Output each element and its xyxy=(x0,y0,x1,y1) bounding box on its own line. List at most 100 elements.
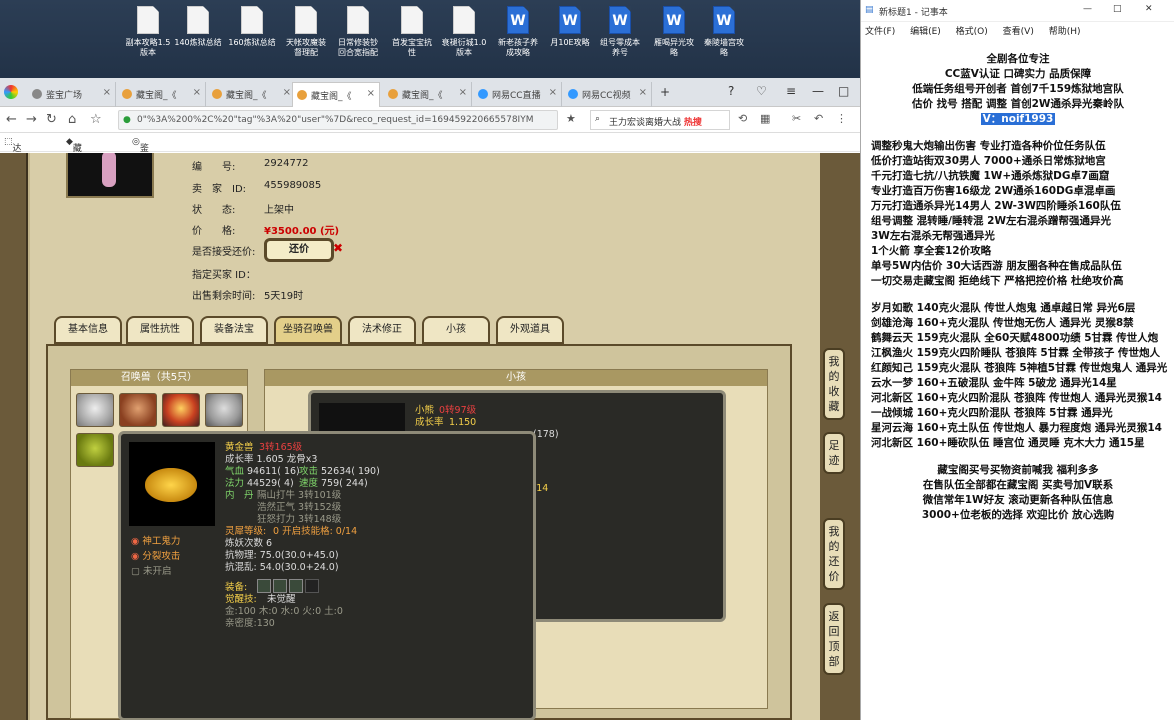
label-accept-counter: 是否接受还价: xyxy=(192,247,256,258)
footprint-button[interactable]: 足迹 xyxy=(823,432,845,474)
close-icon[interactable]: × xyxy=(193,87,201,98)
desktop-icon[interactable]: W 新老孩子养 成攻略 xyxy=(494,6,542,58)
close-icon[interactable]: × xyxy=(459,87,467,98)
desktop-icon[interactable]: 160炼狱总结 xyxy=(228,6,276,48)
neidan-1: 隔山打牛 3转101级 xyxy=(257,490,342,501)
counter-offer-button[interactable]: 还价 xyxy=(264,238,334,262)
lingxi-value: 0 开启技能格: 0/14 xyxy=(273,526,358,537)
maximize-button[interactable]: □ xyxy=(1113,4,1122,14)
tab-equipment[interactable]: 装备法宝 xyxy=(200,316,268,344)
scissors-icon[interactable]: ✂ xyxy=(792,112,801,125)
close-icon[interactable]: × xyxy=(103,87,111,98)
tab-basic-info[interactable]: 基本信息 xyxy=(54,316,122,344)
notepad-line: 3W左右混杀无帮强通异光 xyxy=(861,229,1174,243)
close-icon[interactable]: × xyxy=(639,87,647,98)
skill-shengong[interactable]: ◉ 神工鬼力 xyxy=(131,536,180,548)
help-icon[interactable]: ? xyxy=(728,84,734,98)
desktop-icon[interactable]: 副本攻略1.5 版本 xyxy=(124,6,172,58)
bookmarks-bar: ⬚ 达人后台 ◆ 藏宝阁_《 ◎ 鉴宝广场 xyxy=(0,133,860,203)
desktop-icon[interactable]: W 秦陵墙宫攻 略 xyxy=(700,6,748,58)
maximize-button[interactable]: □ xyxy=(838,84,849,98)
notepad-line: 调整秒鬼大炮输出伤害 专业打造各种价位任务队伍 xyxy=(861,139,1174,153)
desktop-icon[interactable]: 140炼狱总结 xyxy=(174,6,222,48)
tab-spell-correction[interactable]: 法术修正 xyxy=(348,316,416,344)
value-id: 2924772 xyxy=(264,158,309,169)
tab-appearance[interactable]: 外观道具 xyxy=(496,316,564,344)
tab-child[interactable]: 小孩 xyxy=(422,316,490,344)
equip-slot-4[interactable] xyxy=(305,579,319,593)
skin-icon[interactable]: ♡ xyxy=(756,84,767,98)
bookmark-daren[interactable]: ⬚ 达人后台 xyxy=(4,137,22,193)
tab-jianbao[interactable]: 鉴宝广场 × xyxy=(28,82,116,107)
close-icon[interactable]: × xyxy=(367,88,375,99)
desktop-icon[interactable]: 天帐攻魔装 督理配 xyxy=(282,6,330,58)
tab-label: 装备法宝 xyxy=(214,324,254,335)
new-tab-button[interactable]: + xyxy=(660,85,670,99)
tab-cangbaoge-1[interactable]: 藏宝阁_《 × xyxy=(118,82,206,107)
desktop-icon[interactable]: W 组号零成本 养号 xyxy=(596,6,644,58)
forward-icon[interactable]: → xyxy=(26,112,37,127)
back-icon[interactable]: ← xyxy=(6,112,17,127)
url-input[interactable]: ● 0"%3A%200%2C%20"tag"%3A%20"user"%7D&rec… xyxy=(118,110,558,130)
pet-rabbit[interactable] xyxy=(205,393,243,427)
menu-view[interactable]: 查看(V) xyxy=(1003,27,1034,37)
desktop-icon[interactable]: W 月10E攻略 xyxy=(546,6,594,48)
desktop-icon[interactable]: 衰褪衍城1.0 版本 xyxy=(440,6,488,58)
my-counter-offers-button[interactable]: 我的还价 xyxy=(823,518,845,590)
minimize-button[interactable]: — xyxy=(812,84,824,98)
favorites-button[interactable]: 我的收藏 xyxy=(823,348,845,420)
search-input[interactable]: ⌕ 王力宏谈离婚大战 热搜 xyxy=(590,110,730,130)
undo-icon[interactable]: ↶ xyxy=(814,112,823,125)
close-icon[interactable]: × xyxy=(283,87,291,98)
notepad-titlebar: ▤ 新标题1 - 记事本 — □ ✕ xyxy=(861,0,1174,22)
tab-cangbaoge-active[interactable]: 藏宝阁_《 × xyxy=(292,82,380,107)
skill-fenlie[interactable]: ◉ 分裂攻击 xyxy=(131,551,180,563)
equip-slot-1[interactable] xyxy=(257,579,271,593)
notepad-line-text: 1个火箭 享全套12价攻略 xyxy=(871,245,992,257)
notepad-line-text: 在售队伍全部都在藏宝阁 买卖号加V联系 xyxy=(922,479,1114,491)
desktop-icon[interactable]: 首发宝宝抗 性 xyxy=(388,6,436,58)
tab-label: 基本信息 xyxy=(68,324,108,335)
desktop-icon[interactable]: 日常修装钞 回合宽指配 xyxy=(334,6,382,58)
sync-icon[interactable]: ⟲ xyxy=(738,112,747,125)
menu-icon[interactable]: ≡ xyxy=(786,84,796,98)
pet-phoenix[interactable] xyxy=(162,393,200,427)
more-icon[interactable]: ⋮ xyxy=(836,112,847,125)
mp-value: 44529( 4) xyxy=(247,478,294,489)
close-icon[interactable]: ✖ xyxy=(333,241,343,255)
refresh-icon[interactable]: ↻ xyxy=(46,112,57,127)
tab-attributes[interactable]: 属性抗性 xyxy=(126,316,194,344)
menu-format[interactable]: 格式(O) xyxy=(956,27,988,37)
skill-icon: ◉ xyxy=(131,551,140,562)
pet-monkey[interactable] xyxy=(119,393,157,427)
tab-cangbaoge-3[interactable]: 藏宝阁_《 × xyxy=(384,82,472,107)
pet-white-bear[interactable] xyxy=(76,393,114,427)
menu-file[interactable]: 文件(F) xyxy=(865,27,895,37)
grid-icon[interactable]: ▦ xyxy=(760,112,770,125)
minimize-button[interactable]: — xyxy=(1083,4,1092,14)
tab-cc-video[interactable]: 网易CC视频 × xyxy=(564,82,652,107)
notepad-line: 专业打造百万伤害16级龙 2W通杀160DG卓混卓画 xyxy=(861,184,1174,198)
bookmark-star-icon[interactable]: ☆ xyxy=(90,112,102,127)
star-icon[interactable]: ★ xyxy=(566,112,576,125)
mp-label: 法力 xyxy=(225,478,245,489)
tab-cc-live[interactable]: 网易CC直播 × xyxy=(474,82,562,107)
home-icon[interactable]: ⌂ xyxy=(68,112,76,127)
equip-slot-2[interactable] xyxy=(273,579,287,593)
text-file-icon xyxy=(187,6,209,34)
close-icon[interactable]: × xyxy=(549,87,557,98)
back-to-top-button[interactable]: 返回顶部 xyxy=(823,603,845,675)
menu-help[interactable]: 帮助(H) xyxy=(1049,27,1081,37)
hp-label: 气血 xyxy=(225,466,245,477)
tab-label: 网易CC直播 xyxy=(492,91,541,101)
equip-slot-3[interactable] xyxy=(289,579,303,593)
menu-edit[interactable]: 编辑(E) xyxy=(910,27,941,37)
close-button[interactable]: ✕ xyxy=(1145,4,1153,14)
tab-cangbaoge-2[interactable]: 藏宝阁_《 × xyxy=(208,82,296,107)
desktop-icon[interactable]: W 雁喝异光攻 略 xyxy=(650,6,698,58)
bookmark-jianbao[interactable]: ◎ 鉴宝广场 xyxy=(132,137,149,193)
tab-mounts-summons[interactable]: 坐骑召唤兽 xyxy=(274,316,342,344)
pet-golden-beast[interactable] xyxy=(76,433,114,467)
bookmark-cbg[interactable]: ◆ 藏宝阁_《 xyxy=(66,137,82,203)
browser-logo-icon[interactable] xyxy=(4,85,18,99)
